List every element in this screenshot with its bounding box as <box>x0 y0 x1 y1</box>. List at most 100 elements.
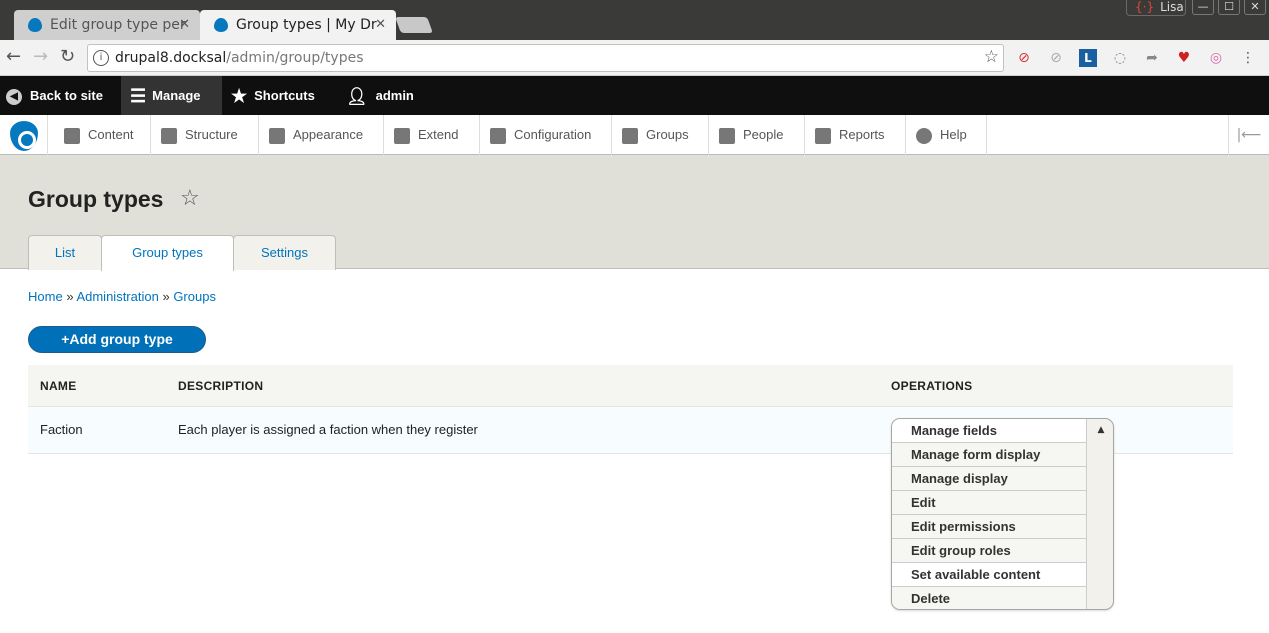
shortcuts-link[interactable]: ★ Shortcuts <box>231 76 315 115</box>
drupal-admin-toolbar: ◀ Back to site ☰ Manage ★ Shortcuts 👤︎ admin <box>0 76 1269 115</box>
drupal-favicon-icon <box>214 18 228 32</box>
bookmark-star-icon[interactable]: ☆ <box>984 47 999 67</box>
structure-icon <box>161 127 177 144</box>
tab-title: Group types | My Dr <box>236 17 377 33</box>
extension-colorwheel-icon[interactable]: ◎ <box>1207 49 1225 67</box>
extension-arrow-icon[interactable]: ➦ <box>1143 49 1161 67</box>
tray-item-content[interactable]: Content <box>48 115 151 155</box>
tray-item-label: Appearance <box>293 127 364 142</box>
puzzle-icon <box>394 127 410 144</box>
tray-item-help[interactable]: Help <box>906 115 987 155</box>
url-path: /admin/group/types <box>226 50 364 66</box>
operation-edit[interactable]: Edit <box>892 491 1087 515</box>
close-window-button[interactable]: ✕ <box>1244 0 1266 15</box>
operation-set-available-content[interactable]: Set available content <box>892 563 1087 587</box>
reload-icon[interactable]: ↻ <box>60 48 75 66</box>
browser-tab-group-types[interactable]: Group types | My Dr ✕ <box>200 10 396 40</box>
tab-group-types[interactable]: Group types <box>101 235 234 271</box>
profile-name: Lisa <box>1160 0 1184 14</box>
profile-button[interactable]: {·} Lisa <box>1126 0 1186 16</box>
back-circle-icon: ◀ <box>6 88 22 105</box>
breadcrumb-separator: » <box>66 289 74 304</box>
tray-item-label: Structure <box>185 127 238 142</box>
page-title: Group types <box>28 186 164 212</box>
user-icon: 👤︎ <box>346 87 368 107</box>
back-to-site-label: Back to site <box>30 88 103 103</box>
row-name: Faction <box>40 422 83 437</box>
info-icon[interactable]: i <box>93 50 109 66</box>
operation-edit-permissions[interactable]: Edit permissions <box>892 515 1087 539</box>
manage-label: Manage <box>152 88 201 103</box>
tray-item-appearance[interactable]: Appearance <box>259 115 384 155</box>
tray-item-reports[interactable]: Reports <box>805 115 906 155</box>
extension-block-icon[interactable]: ⊘ <box>1015 49 1033 67</box>
operation-manage-form-display[interactable]: Manage form display <box>892 443 1087 467</box>
tray-item-label: Extend <box>418 127 459 142</box>
user-label: admin <box>375 88 414 103</box>
operation-manage-display[interactable]: Manage display <box>892 467 1087 491</box>
tray-item-structure[interactable]: Structure <box>151 115 259 155</box>
add-group-type-button[interactable]: +Add group type <box>28 326 206 353</box>
menu-dots-icon[interactable]: ⋮ <box>1239 49 1257 67</box>
tray-item-configuration[interactable]: Configuration <box>480 115 612 155</box>
collapse-tray-icon[interactable]: |⟵ <box>1228 115 1269 155</box>
back-arrow-icon[interactable]: ← <box>6 48 21 66</box>
close-tab-icon[interactable]: ✕ <box>375 10 386 40</box>
tray-item-label: Groups <box>646 127 689 142</box>
tray-item-extend[interactable]: Extend <box>384 115 480 155</box>
operation-delete[interactable]: Delete <box>892 587 1087 609</box>
breadcrumb-home[interactable]: Home <box>28 289 63 304</box>
drupal-favicon-icon <box>28 18 42 32</box>
drupal-logo-icon[interactable] <box>0 115 48 155</box>
tray-item-label: Help <box>940 127 967 142</box>
operations-dropbutton: Manage fields ▲ Manage form display Mana… <box>891 418 1114 610</box>
minimize-button[interactable]: — <box>1192 0 1214 15</box>
tray-item-label: Content <box>88 127 134 142</box>
tab-list[interactable]: List <box>28 235 102 270</box>
tab-title: Edit group type per <box>50 17 186 33</box>
tray-item-groups[interactable]: Groups <box>612 115 709 155</box>
address-bar[interactable]: i drupal8.docksal/admin/group/types ☆ <box>87 44 1004 72</box>
tray-item-label: Reports <box>839 127 885 142</box>
admin-menu-tray: Content Structure Appearance Extend Conf… <box>0 115 1269 155</box>
tray-item-label: Configuration <box>514 127 592 142</box>
tray-item-label: People <box>743 127 784 142</box>
bar-chart-icon <box>815 127 831 144</box>
column-header-name: NAME <box>40 379 77 393</box>
document-icon <box>64 127 80 144</box>
url-host: drupal8.docksal <box>115 50 227 66</box>
help-icon <box>916 127 932 144</box>
url-text: drupal8.docksal/admin/group/types <box>115 50 364 66</box>
extension-block-gray-icon[interactable]: ⊘ <box>1047 49 1065 67</box>
new-tab-button[interactable] <box>395 17 433 33</box>
operation-edit-group-roles[interactable]: Edit group roles <box>892 539 1087 563</box>
close-tab-icon[interactable]: ✕ <box>179 10 190 40</box>
dropbutton-toggle-up-icon[interactable]: ▲ <box>1087 419 1113 443</box>
browser-tab-edit-group-type[interactable]: Edit group type per ✕ <box>14 10 200 40</box>
back-to-site-link[interactable]: ◀ Back to site <box>6 76 103 115</box>
tab-settings[interactable]: Settings <box>233 235 336 270</box>
brush-icon <box>269 127 285 144</box>
star-icon: ★ <box>231 86 248 107</box>
user-link[interactable]: 👤︎ admin <box>346 76 414 115</box>
forward-arrow-icon[interactable]: → <box>33 48 48 66</box>
shortcut-star-icon[interactable]: ☆ <box>180 186 200 211</box>
manage-link[interactable]: ☰ Manage <box>121 76 222 115</box>
table-header: NAME DESCRIPTION OPERATIONS <box>28 365 1233 407</box>
maximize-button[interactable]: ☐ <box>1218 0 1240 15</box>
people-icon <box>719 127 735 144</box>
breadcrumb-separator: » <box>162 289 170 304</box>
extension-circle-icon[interactable]: ◌ <box>1111 49 1129 67</box>
profile-icon: {·} <box>1135 0 1155 14</box>
extension-l-icon[interactable]: L <box>1079 49 1097 67</box>
hamburger-icon: ☰ <box>130 86 147 107</box>
breadcrumb-groups[interactable]: Groups <box>173 289 216 304</box>
breadcrumb-administration[interactable]: Administration <box>76 289 158 304</box>
extension-colors-icon[interactable]: ♥ <box>1175 49 1193 67</box>
drupal-drop-icon <box>10 121 38 151</box>
column-header-description: DESCRIPTION <box>178 379 264 393</box>
operation-manage-fields[interactable]: Manage fields <box>892 419 1087 443</box>
tray-item-people[interactable]: People <box>709 115 805 155</box>
column-header-operations: OPERATIONS <box>891 379 973 393</box>
groups-icon <box>622 127 638 144</box>
